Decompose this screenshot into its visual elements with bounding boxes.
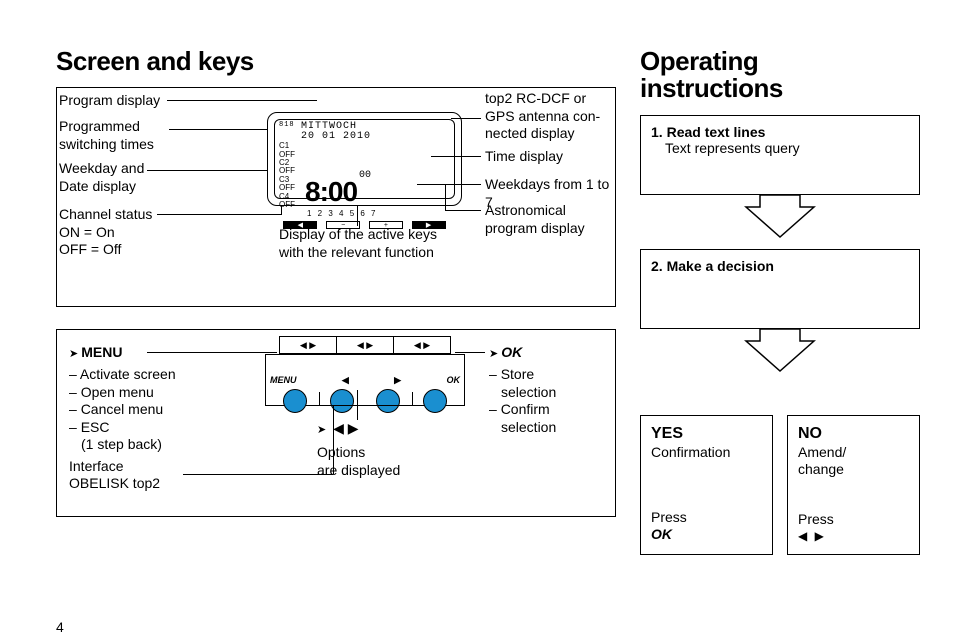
heading-line: instructions xyxy=(640,75,920,102)
label-ok: ➤OK xyxy=(489,344,556,362)
menu-item-sub: (1 step back) xyxy=(81,436,176,454)
step-title: Read text lines xyxy=(667,124,766,140)
lcd-ch: C1 OFF xyxy=(279,142,305,159)
label-text: switching times xyxy=(59,136,154,154)
label-text: nected display xyxy=(485,125,600,143)
label-text: Programmed xyxy=(59,118,154,136)
step-number: 2. xyxy=(651,258,663,274)
label-active-keys: Display of the active keys with the rele… xyxy=(279,226,437,261)
label-text: Weekday and xyxy=(59,160,144,178)
ok-label: OK xyxy=(501,344,522,360)
heading-line: Operating xyxy=(640,48,920,75)
label-text: Channel status xyxy=(59,206,152,224)
press-label: Press xyxy=(798,511,834,529)
arrow-down-icon xyxy=(640,329,920,383)
lcd-date: 20 01 2010 xyxy=(301,132,450,142)
step-sub: Text represents query xyxy=(665,140,909,157)
diagram-screen: Program display Programmed switching tim… xyxy=(56,87,616,307)
key-label-menu: MENU xyxy=(270,375,297,386)
lcd-seconds: 00 xyxy=(359,170,371,183)
label-options: Options are displayed xyxy=(317,444,400,479)
label-text: Options xyxy=(317,444,400,462)
lcd-screen: 818 MITTWOCH 20 01 2010 C1 OFF C2 OFF C3… xyxy=(267,112,462,206)
heading-operating-instructions: Operating instructions xyxy=(640,48,920,103)
ok-item: selection xyxy=(501,419,556,437)
button-menu[interactable] xyxy=(283,389,307,413)
key-label-right-icon: ▶ xyxy=(394,375,401,386)
label-antenna: top2 RC-DCF or GPS antenna con- nected d… xyxy=(485,90,600,143)
step-number: 1. xyxy=(651,124,663,140)
heading-screen-and-keys: Screen and keys xyxy=(56,48,616,75)
label-weekday-date: Weekday and Date display xyxy=(59,160,144,195)
label-text: ON = On xyxy=(59,224,152,242)
lcd-ch: C3 OFF xyxy=(279,176,305,193)
label-program-display: Program display xyxy=(59,92,160,110)
label-text: with the relevant function xyxy=(279,244,437,262)
menu-item: Activate screen xyxy=(69,366,176,384)
yes-sub: Confirmation xyxy=(651,444,762,462)
obelisk-slot xyxy=(319,392,413,406)
lcd-ch: C2 OFF xyxy=(279,159,305,176)
topband-arrows: ◀ ▶ xyxy=(280,337,337,353)
press-ok: OK xyxy=(651,526,687,544)
menu-item: ESC xyxy=(69,419,176,437)
no-heading: NO xyxy=(798,424,909,444)
ok-item: Store xyxy=(489,366,556,384)
ok-item: Confirm xyxy=(489,401,556,419)
step-make-decision: 2. Make a decision xyxy=(640,249,920,329)
label-astro: Astronomical program display xyxy=(485,202,585,237)
label-text: Astronomical xyxy=(485,202,585,220)
label-switching-times: Programmed switching times xyxy=(59,118,154,153)
menu-item: Cancel menu xyxy=(69,401,176,419)
step-read-text-lines: 1. Read text lines Text represents query xyxy=(640,115,920,195)
topband-arrows: ◀ ▶ xyxy=(337,337,394,353)
label-text: program display xyxy=(485,220,585,238)
label-text: Interface xyxy=(69,458,176,476)
lcd-time: 8:00 xyxy=(305,174,357,209)
label-text: GPS antenna con- xyxy=(485,108,600,126)
ok-item: selection xyxy=(501,384,556,402)
menu-item: Open menu xyxy=(69,384,176,402)
label-time-display: Time display xyxy=(485,148,563,166)
page-number: 4 xyxy=(56,619,64,635)
arrow-down-icon xyxy=(640,195,920,249)
label-text: Date display xyxy=(59,178,144,196)
step-title: Make a decision xyxy=(667,258,774,274)
lcd-ch: C4 OFF xyxy=(279,193,305,210)
topband-arrows: ◀ ▶ xyxy=(394,337,450,353)
label-text: OBELISK top2 xyxy=(69,475,176,493)
label-text: Display of the active keys xyxy=(279,226,437,244)
lcd-weekday-marks: 1 2 3 4 5 6 7 xyxy=(307,209,450,219)
label-text: top2 RC-DCF or xyxy=(485,90,600,108)
label-text: OFF = Off xyxy=(59,241,152,259)
key-panel: ◀ ▶ ◀ ▶ ◀ ▶ MENU ◀ ▶ OK xyxy=(265,336,465,406)
press-arrows: ◀ ▶ xyxy=(798,529,834,544)
button-ok[interactable] xyxy=(423,389,447,413)
no-sub: change xyxy=(798,461,909,479)
key-label-ok: OK xyxy=(446,375,460,386)
label-channel-status: Channel status ON = On OFF = Off xyxy=(59,206,152,259)
label-text: are displayed xyxy=(317,462,400,480)
box-yes: YES Confirmation Press OK xyxy=(640,415,773,555)
label-interface: Interface OBELISK top2 xyxy=(69,458,176,493)
lcd-channels: C1 OFF C2 OFF C3 OFF C4 OFF xyxy=(279,142,305,209)
menu-label: MENU xyxy=(81,344,122,360)
label-options-arrows: ➤ ◀ ▶ xyxy=(317,420,359,438)
diagram-keys: ➤MENU Activate screen Open menu Cancel m… xyxy=(56,329,616,517)
no-sub: Amend/ xyxy=(798,444,909,462)
yes-heading: YES xyxy=(651,424,762,444)
box-no: NO Amend/ change Press ◀ ▶ xyxy=(787,415,920,555)
key-label-left-icon: ◀ xyxy=(342,375,349,386)
press-label: Press xyxy=(651,509,687,527)
